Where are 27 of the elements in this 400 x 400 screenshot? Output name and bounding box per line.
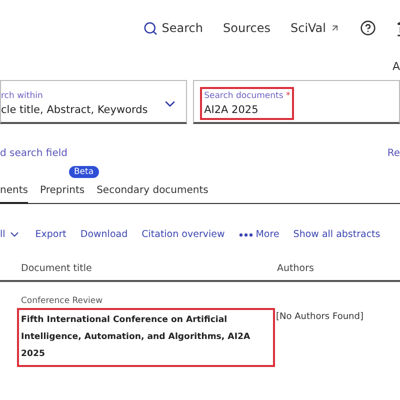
toolbar-action[interactable]: More [238, 229, 280, 240]
nav-link[interactable]: Search [142, 20, 204, 36]
document-type: Conference Review [21, 296, 104, 306]
highlight-frame: Search documents * AI2A 2025 [200, 87, 294, 120]
document-title[interactable]: Fifth International Conference on Artificial Intelligence, Automation, and Algorithms, AI2A 2025 [21, 312, 271, 363]
toolbar-action[interactable]: Show all abstracts [293, 229, 380, 240]
tab[interactable]: nents [0, 181, 28, 204]
toolbar-action[interactable]: Export [35, 229, 66, 240]
column-header: Authors [277, 263, 315, 274]
column-header: Document title [21, 263, 93, 274]
search-icon [142, 20, 158, 36]
toolbar-action[interactable]: Citation overview [142, 229, 225, 240]
nav-link[interactable]: Sources [223, 21, 270, 35]
tab[interactable]: Secondary documents [96, 181, 208, 204]
search-documents-field[interactable]: Search documents * AI2A 2025 [193, 80, 400, 124]
authors-cell-text: [No Authors Found] [276, 311, 364, 324]
right-link[interactable]: Re [387, 148, 400, 159]
toolbar-action[interactable]: Download [80, 229, 128, 240]
corner-text: A [391, 59, 400, 74]
add-search-field-link[interactable]: d search field [0, 148, 68, 159]
help-icon[interactable] [360, 20, 376, 36]
search-within-dropdown[interactable]: rch within cle title, Abstract, Keywords [0, 80, 188, 124]
toolbar-action[interactable]: ll [0, 228, 22, 241]
more-icon [238, 232, 253, 236]
beta-badge: Beta [68, 166, 99, 178]
external-link-icon [330, 23, 340, 33]
nav-link[interactable]: SciVal [290, 21, 340, 35]
